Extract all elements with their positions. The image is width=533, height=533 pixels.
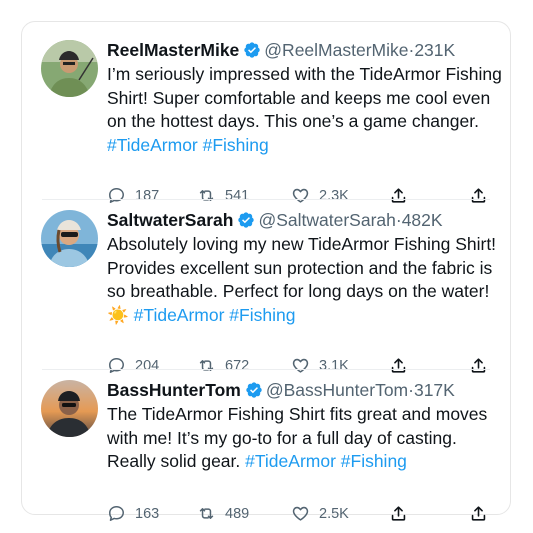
action-bar: 204 672 3.1K bbox=[107, 356, 502, 376]
hashtag-links[interactable]: #TideArmor #Fishing bbox=[107, 135, 269, 155]
action-bar: 163 489 2.5K bbox=[107, 504, 502, 524]
share-icon bbox=[389, 186, 408, 205]
retweet-icon bbox=[197, 186, 216, 205]
share-button[interactable] bbox=[469, 504, 488, 523]
reply-button[interactable]: 163 bbox=[107, 504, 159, 523]
follower-count: 231K bbox=[414, 40, 456, 60]
like-icon bbox=[291, 356, 310, 375]
user-handle[interactable]: @SaltwaterSarah bbox=[258, 210, 395, 230]
like-button[interactable]: 3.1K bbox=[291, 356, 349, 375]
reply-count: 187 bbox=[135, 187, 160, 204]
retweet-icon bbox=[197, 356, 216, 375]
avatar-image bbox=[41, 380, 98, 437]
avatar[interactable] bbox=[41, 40, 98, 97]
like-count: 2.3K bbox=[319, 187, 349, 204]
tweet-text: I’m seriously impressed with the TideArm… bbox=[107, 63, 507, 157]
tweet-header: BassHunterTom @BassHunterTom·317K bbox=[107, 380, 455, 400]
tweet-text: The TideArmor Fishing Shirt fits great a… bbox=[107, 403, 507, 474]
retweet-button[interactable]: 489 bbox=[197, 504, 249, 523]
like-button[interactable]: 2.5K bbox=[291, 504, 349, 523]
hashtag-links[interactable]: #TideArmor #Fishing bbox=[245, 451, 407, 471]
avatar[interactable] bbox=[41, 380, 98, 437]
verified-badge-icon bbox=[237, 211, 255, 229]
share-icon bbox=[469, 356, 488, 375]
retweet-button[interactable]: 541 bbox=[197, 186, 249, 205]
share-button[interactable] bbox=[389, 186, 408, 205]
retweet-count: 672 bbox=[225, 357, 250, 374]
retweet-button[interactable]: 672 bbox=[197, 356, 249, 375]
reply-count: 204 bbox=[135, 357, 160, 374]
reply-count: 163 bbox=[135, 505, 160, 522]
like-icon bbox=[291, 504, 310, 523]
follower-count: 482K bbox=[401, 210, 443, 230]
avatar[interactable] bbox=[41, 210, 98, 267]
tweet-divider bbox=[42, 199, 490, 200]
user-handle[interactable]: @ReelMasterMike bbox=[264, 40, 408, 60]
display-name[interactable]: ReelMasterMike bbox=[107, 40, 239, 60]
verified-badge-icon bbox=[245, 381, 263, 399]
action-bar: 187 541 2.3K bbox=[107, 186, 502, 206]
reply-icon bbox=[107, 186, 126, 205]
share-button[interactable] bbox=[389, 356, 408, 375]
share-button[interactable] bbox=[469, 186, 488, 205]
retweet-count: 489 bbox=[225, 505, 250, 522]
share-icon bbox=[389, 356, 408, 375]
share-button[interactable] bbox=[469, 356, 488, 375]
hashtag-links[interactable]: #TideArmor #Fishing bbox=[134, 305, 296, 325]
display-name[interactable]: SaltwaterSarah bbox=[107, 210, 233, 230]
like-count: 2.5K bbox=[319, 505, 349, 522]
reply-button[interactable]: 204 bbox=[107, 356, 159, 375]
tweet-header: SaltwaterSarah @SaltwaterSarah·482K bbox=[107, 210, 443, 230]
tweet-body: Absolutely loving my new TideArmor Fishi… bbox=[107, 234, 497, 301]
share-icon bbox=[469, 186, 488, 205]
avatar-image bbox=[41, 210, 98, 267]
share-button[interactable] bbox=[389, 504, 408, 523]
reply-button[interactable]: 187 bbox=[107, 186, 159, 205]
retweet-count: 541 bbox=[225, 187, 250, 204]
reply-icon bbox=[107, 504, 126, 523]
like-count: 3.1K bbox=[319, 357, 349, 374]
tweet-card: ReelMasterMike @ReelMasterMike·231K I’m s… bbox=[21, 21, 511, 522]
display-name[interactable]: BassHunterTom bbox=[107, 380, 241, 400]
reply-icon bbox=[107, 356, 126, 375]
share-icon bbox=[389, 504, 408, 523]
like-button[interactable]: 2.3K bbox=[291, 186, 349, 205]
follower-count: 317K bbox=[413, 380, 455, 400]
tweet-divider bbox=[42, 369, 490, 370]
tweet-body: I’m seriously impressed with the TideArm… bbox=[107, 64, 502, 131]
sun-emoji: ☀️ bbox=[107, 304, 129, 325]
retweet-icon bbox=[197, 504, 216, 523]
share-icon bbox=[469, 504, 488, 523]
tweet-text: Absolutely loving my new TideArmor Fishi… bbox=[107, 233, 507, 327]
verified-badge-icon bbox=[243, 41, 261, 59]
like-icon bbox=[291, 186, 310, 205]
avatar-image bbox=[41, 40, 98, 97]
tweet-header: ReelMasterMike @ReelMasterMike·231K bbox=[107, 40, 455, 60]
user-handle[interactable]: @BassHunterTom bbox=[266, 380, 408, 400]
